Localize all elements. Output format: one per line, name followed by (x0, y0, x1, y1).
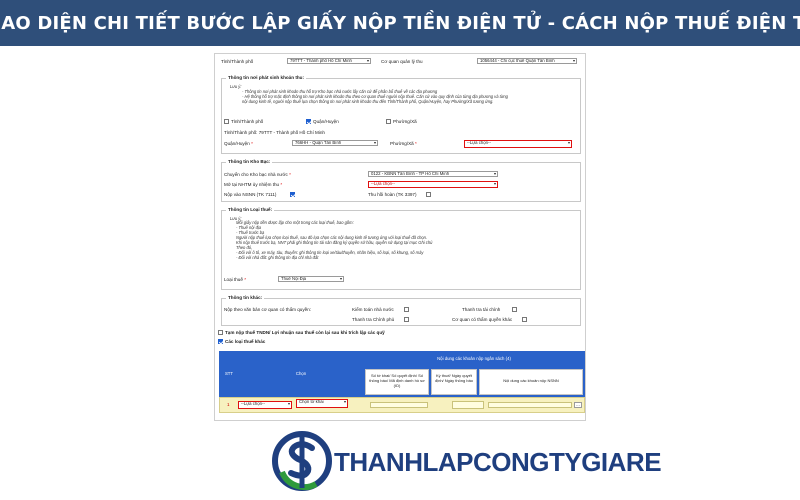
treasury-fieldset: Thông tin Kho Bạc: Chuyển cho Kho bạc nh… (221, 159, 581, 202)
province-label: Tỉnh/Thành phố (221, 59, 254, 64)
agency-select[interactable]: 1056444 - Chi cục thuế Quận Tân Bình ▾ (477, 58, 577, 64)
chevron-down-icon: ▾ (373, 140, 376, 145)
district-select[interactable]: 766HH - Quận Tân Bình ▾ (292, 140, 378, 146)
taxtype-note-line: Khi nộp thuế trước bạ, NNT phải ghi thôn… (236, 240, 433, 245)
row-declaration-input[interactable] (370, 402, 428, 408)
location-note-line: nội dung kinh tế, người nộp thuế lựa chọ… (242, 99, 494, 104)
table-subheader-content: Nội dung các khoản nộp NSNN (479, 369, 583, 395)
temp-tax-label: Tạm nộp thuế TNDN/ Lợi nhuận sau thuế cò… (225, 330, 385, 335)
other-tax-checkbox[interactable] (218, 339, 223, 344)
taxtype-select[interactable]: Thuế Nội Địa ▾ (278, 276, 344, 282)
other-tax-label: Các loại thuế khác (225, 339, 266, 344)
taxtype-note-line: - Đối với nhà đất: ghi thông tin địa chỉ… (236, 255, 319, 260)
other-legend: Thông tin khác: (226, 295, 265, 300)
ward-checkbox[interactable] (386, 119, 391, 124)
district-label: Quận/Huyện * (224, 141, 253, 146)
chevron-down-icon: ▾ (572, 58, 575, 63)
banner-title: GIAO DIỆN CHI TIẾT BƯỚC LẬP GIẤY NỘP TIỀ… (0, 12, 800, 34)
chevron-down-icon: ▾ (339, 276, 342, 281)
chevron-down-icon: ▾ (287, 401, 290, 406)
nsnn-checkbox[interactable] (290, 192, 295, 197)
fin-inspect-checkbox[interactable] (512, 307, 517, 312)
chevron-down-icon: ▾ (493, 171, 496, 176)
taxtype-label: Loại thuế * (224, 277, 246, 282)
ward-label: Phường/Xã * (390, 141, 417, 146)
chevron-down-icon: ▾ (567, 140, 570, 145)
ward-select[interactable]: --Lựa chọn-- ▾ (464, 140, 572, 148)
nsnn-label: Nộp vào NSNN (TK 7111) (224, 192, 277, 197)
agency-label: Cơ quan quản lý thu (381, 59, 423, 64)
table-subheader-period: Kỳ thuế/ Ngày quyết định/ Ngày thông báo (431, 369, 477, 395)
other-fieldset: Thông tin khác: Nộp theo văn bản cơ quan… (221, 295, 581, 326)
transfer-label: Chuyển cho Kho bạc nhà nước * (224, 172, 291, 177)
other-authority-checkbox[interactable] (522, 317, 527, 322)
form-screenshot: Tỉnh/Thành phố 79TTT - Thành phố Hồ Chí … (214, 53, 586, 421)
gov-inspect-checkbox[interactable] (404, 317, 409, 322)
taxtype-legend: Thông tin Loại thuế: (226, 207, 275, 212)
chevron-down-icon: ▾ (366, 58, 369, 63)
row-select-type[interactable]: --Lựa chọn-- ▾ (238, 401, 292, 409)
temp-tax-checkbox[interactable] (218, 330, 223, 335)
refund-checkbox[interactable] (426, 192, 431, 197)
audit-label: Kiểm toán nhà nước (352, 307, 394, 312)
treasury-legend: Thông tin Kho Bạc: (226, 159, 273, 164)
gov-inspect-label: Thanh tra Chính phủ (352, 317, 395, 322)
audit-checkbox[interactable] (404, 307, 409, 312)
table-header-group: Nội dung các khoản nộp ngân sách (4) (363, 351, 585, 367)
bank-label: Mở tại NHTM ủy nhiệm thu * (224, 182, 283, 187)
row-content-input[interactable] (488, 402, 572, 408)
other-authority-label: Cơ quan có thẩm quyền khác (452, 317, 513, 322)
header-banner: GIAO DIỆN CHI TIẾT BƯỚC LẬP GIẤY NỘP TIỀ… (0, 0, 800, 46)
brand-name: THANHLAPCONGTYGIARE (334, 447, 662, 477)
bank-select[interactable]: --Lựa chọn-- ▾ (368, 181, 498, 188)
row-select-declaration[interactable]: Chọn tờ khai ▾ (296, 399, 348, 408)
chevron-down-icon: ▾ (343, 399, 346, 404)
province-checkbox[interactable] (224, 119, 229, 124)
location-note-title: Lưu ý: (230, 84, 242, 89)
chevron-down-icon: ▾ (493, 181, 496, 186)
row-lookup-button[interactable]: ... (574, 402, 582, 408)
row-period-input[interactable] (452, 401, 484, 409)
row-index: 1 (227, 402, 230, 407)
district-checkbox[interactable] (306, 119, 311, 124)
taxtype-fieldset: Thông tin Loại thuế: Lưu ý: Mỗi giấy nộp… (221, 207, 581, 290)
district-checkbox-label: Quận/Huyện (313, 119, 339, 124)
fin-inspect-label: Thanh tra tài chính (462, 307, 501, 312)
province-select[interactable]: 79TTT - Thành phố Hồ Chí Minh ▾ (287, 58, 371, 64)
table-header-stt: STT (219, 351, 239, 397)
brand-logo: THANHLAPCONGTYGIARE (272, 428, 662, 494)
other-doc-label: Nộp theo văn bản cơ quan có thẩm quyền: (224, 307, 312, 312)
province-readonly: Tỉnh/Thành phố: 79TTT - Thành phố Hồ Chí… (224, 130, 325, 135)
location-fieldset: Thông tin nơi phát sinh khoản thu: Lưu ý… (221, 75, 581, 154)
table-subheader-declaration: Số tờ khai/ Số quyết định/ Số thông báo/… (365, 369, 429, 395)
table-header-chon: Chọn (239, 351, 363, 397)
dollar-coin-icon (272, 431, 332, 491)
table-row: 1 --Lựa chọn-- ▾ Chọn tờ khai ▾ ... (219, 397, 585, 413)
ward-checkbox-label: Phường/Xã (393, 119, 417, 124)
location-legend: Thông tin nơi phát sinh khoản thu: (226, 75, 306, 80)
refund-label: Thu hồi hoàn (TK 3397) (368, 192, 417, 197)
treasury-select[interactable]: 0122 - KBNN Tân Bình - TP Hồ Chí Minh ▾ (368, 171, 498, 177)
province-checkbox-label: Tỉnh/Thành phố (231, 119, 264, 124)
